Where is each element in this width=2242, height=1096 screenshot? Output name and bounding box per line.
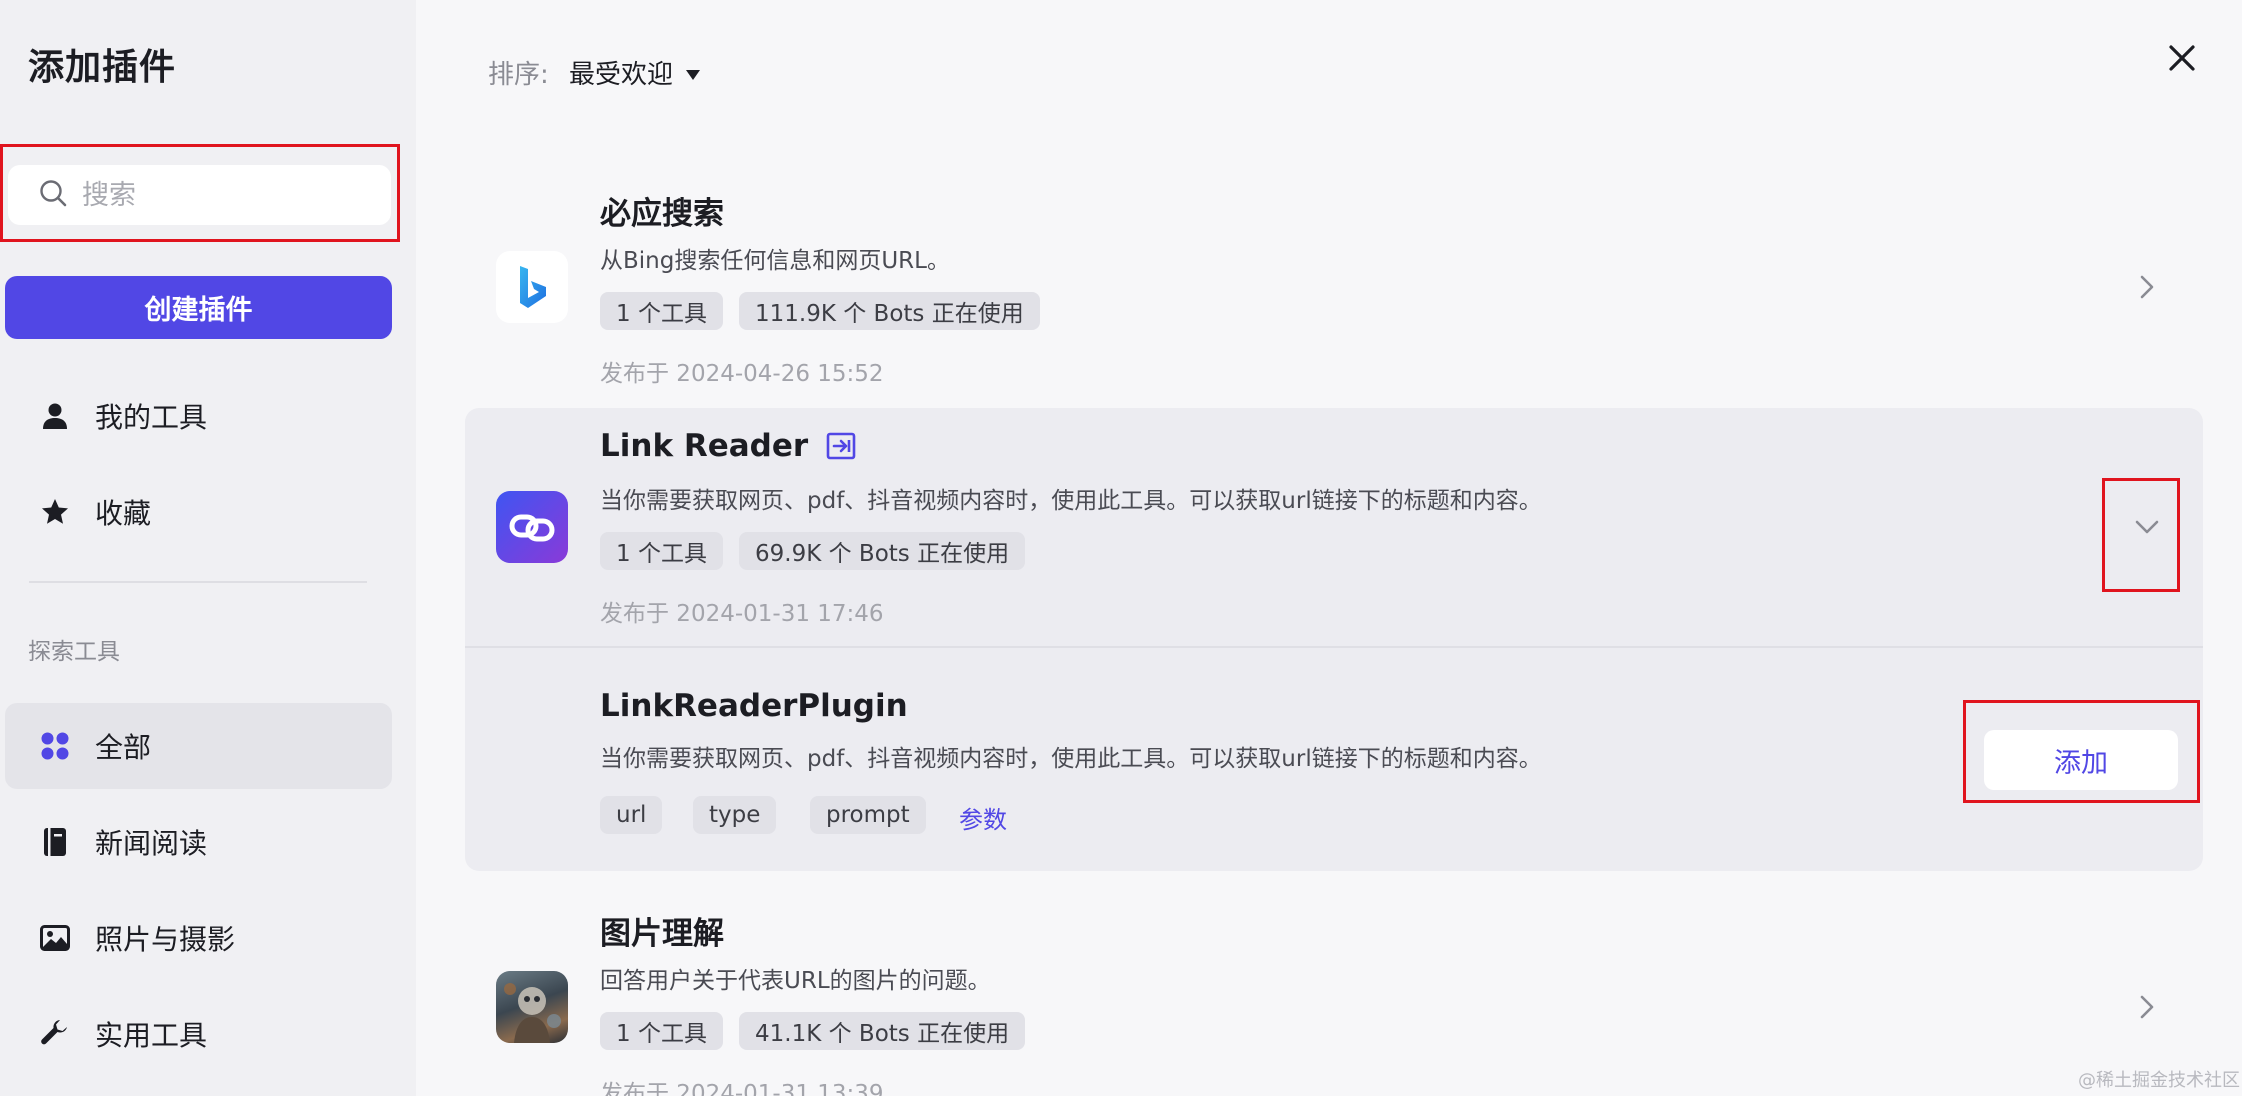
sidebar: 添加插件 创建插件 我的工具 xyxy=(0,0,416,1096)
plugin-description: 从Bing搜索任何信息和网页URL。 xyxy=(600,248,950,274)
sidebar-item-photography[interactable]: 照片与摄影 xyxy=(5,895,392,981)
tool-count-tag: 1 个工具 xyxy=(600,532,723,570)
sidebar-item-label: 全部 xyxy=(95,731,152,764)
add-button[interactable]: 添加 xyxy=(1984,730,2178,790)
tool-title: LinkReaderPlugin xyxy=(600,688,908,724)
publish-date: 发布于 2024-04-26 15:52 xyxy=(600,361,884,387)
publish-date: 发布于 2024-01-31 13:39 xyxy=(600,1081,884,1096)
chevron-right-icon[interactable] xyxy=(2132,272,2162,302)
book-icon xyxy=(37,824,73,860)
sort-label: 排序: xyxy=(488,60,549,90)
link-logo-icon xyxy=(496,491,568,563)
sidebar-title: 添加插件 xyxy=(28,47,177,88)
usage-tag: 41.1K 个 Bots 正在使用 xyxy=(739,1012,1026,1050)
plugin-description: 回答用户关于代表URL的图片的问题。 xyxy=(600,968,991,994)
search-icon xyxy=(38,178,68,212)
tool-count-tag: 1 个工具 xyxy=(600,1012,723,1050)
close-button[interactable] xyxy=(2162,40,2202,80)
tool-count-tag: 1 个工具 xyxy=(600,292,723,330)
param-tag: url xyxy=(600,796,663,834)
search-input[interactable] xyxy=(82,179,362,211)
tool-description: 当你需要获取网页、pdf、抖音视频内容时，使用此工具。可以获取url链接下的标题… xyxy=(600,746,1542,772)
usage-tag: 111.9K 个 Bots 正在使用 xyxy=(739,292,1040,330)
sidebar-item-label: 我的工具 xyxy=(95,401,208,434)
explore-tools-label: 探索工具 xyxy=(28,639,120,665)
external-link-icon[interactable] xyxy=(826,432,856,460)
plugin-title: 必应搜索 xyxy=(600,196,724,232)
close-icon xyxy=(2167,43,2197,77)
plugin-description: 当你需要获取网页、pdf、抖音视频内容时，使用此工具。可以获取url链接下的标题… xyxy=(600,488,1542,514)
sidebar-divider xyxy=(29,581,367,583)
search-box[interactable] xyxy=(8,165,391,225)
grid-icon xyxy=(37,728,73,764)
star-icon xyxy=(37,494,73,530)
params-link[interactable]: 参数 xyxy=(959,800,1007,835)
person-icon xyxy=(37,398,73,434)
caret-down-icon xyxy=(685,58,701,88)
wrench-icon xyxy=(37,1016,73,1052)
sidebar-item-label: 新闻阅读 xyxy=(95,827,208,860)
create-plugin-button[interactable]: 创建插件 xyxy=(5,276,392,339)
param-tag: type xyxy=(693,796,777,834)
param-tag: prompt xyxy=(810,796,926,834)
publish-date: 发布于 2024-01-31 17:46 xyxy=(600,601,884,627)
sidebar-item-label: 收藏 xyxy=(95,497,152,530)
chevron-right-icon[interactable] xyxy=(2132,992,2162,1022)
row-separator xyxy=(465,646,2203,648)
chevron-down-icon[interactable] xyxy=(2132,512,2162,542)
watermark: @稀土掘金技术社区 xyxy=(2078,1070,2240,1091)
bing-logo-icon xyxy=(496,251,568,323)
sidebar-item-label: 照片与摄影 xyxy=(95,923,236,956)
image-icon xyxy=(37,920,73,956)
sidebar-item-my-tools[interactable]: 我的工具 xyxy=(5,373,392,459)
plugin-title: Link Reader xyxy=(600,428,809,464)
sidebar-item-utilities[interactable]: 实用工具 xyxy=(5,991,392,1077)
plugin-title: 图片理解 xyxy=(600,916,724,952)
sidebar-item-all[interactable]: 全部 xyxy=(5,703,392,789)
plugin-title-row: Link Reader xyxy=(600,428,856,464)
sort-value: 最受欢迎 xyxy=(569,60,674,90)
sort-dropdown[interactable]: 最受欢迎 xyxy=(569,54,701,91)
sidebar-item-news-reading[interactable]: 新闻阅读 xyxy=(5,799,392,885)
usage-tag: 69.9K 个 Bots 正在使用 xyxy=(739,532,1026,570)
sidebar-item-favorites[interactable]: 收藏 xyxy=(5,469,392,555)
robot-logo-icon xyxy=(496,971,568,1043)
add-plugin-dialog: 添加插件 创建插件 我的工具 xyxy=(0,0,2242,1096)
sidebar-item-label: 实用工具 xyxy=(95,1019,208,1052)
